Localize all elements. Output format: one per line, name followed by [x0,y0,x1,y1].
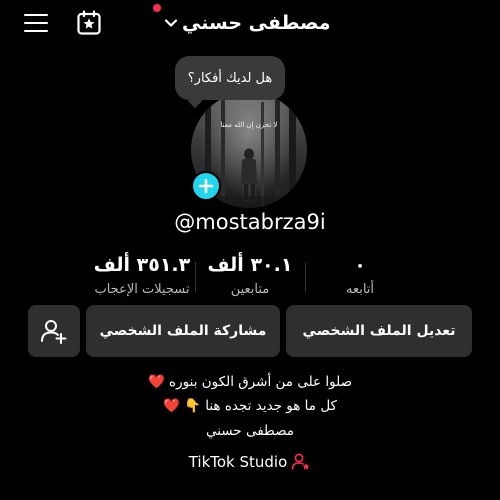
bio-line: مصطفى حسني [205,423,295,439]
edit-profile-label: تعديل الملف الشخصي [302,323,456,339]
followers-count: ٣٠.١ ألف [207,254,293,276]
add-friends-button[interactable] [28,305,80,357]
share-profile-label: مشاركة الملف الشخصي [99,323,267,339]
following-stat[interactable]: ٠ أتابعه [300,254,420,297]
calendar-star-icon[interactable] [76,10,102,36]
following-count: ٠ [354,254,366,276]
tiktok-studio-label: TikTok Studio [188,453,288,471]
share-profile-button[interactable]: مشاركة الملف الشخصي [86,305,280,357]
add-story-button[interactable] [191,171,221,201]
account-username: مصطفى حسني [182,12,331,34]
chevron-down-icon [164,19,178,27]
thought-bubble-text: هل لديك أفكار؟ [187,70,273,86]
thought-bubble[interactable]: هل لديك أفكار؟ [175,56,285,100]
avatar-caption: لا تحزن إن الله معنا [220,121,278,129]
following-label: أتابعه [345,282,375,297]
followers-stat[interactable]: ٣٠.١ ألف متابعين [190,254,310,297]
bio-line: صلوا على من أشرق الكون بنوره ❤️ [147,374,353,390]
likes-label: تسجيلات الإعجاب [94,282,190,297]
tiktok-studio-link[interactable]: TikTok Studio [0,452,500,472]
menu-button[interactable] [24,14,48,33]
likes-count: ٣٥١.٣ ألف [93,254,191,276]
account-switcher[interactable]: مصطفى حسني [164,8,331,38]
profile-handle: @mostabrza9i [174,210,326,234]
likes-stat[interactable]: ٣٥١.٣ ألف تسجيلات الإعجاب [82,254,202,297]
notification-dot [153,4,161,12]
user-star-icon [291,453,310,470]
followers-label: متابعين [230,282,270,297]
plus-icon [198,178,214,194]
edit-profile-button[interactable]: تعديل الملف الشخصي [286,305,472,357]
bio-line: كل ما هو جديد تجده هنا 👇 ❤️ [163,398,337,414]
add-user-icon [41,320,67,344]
